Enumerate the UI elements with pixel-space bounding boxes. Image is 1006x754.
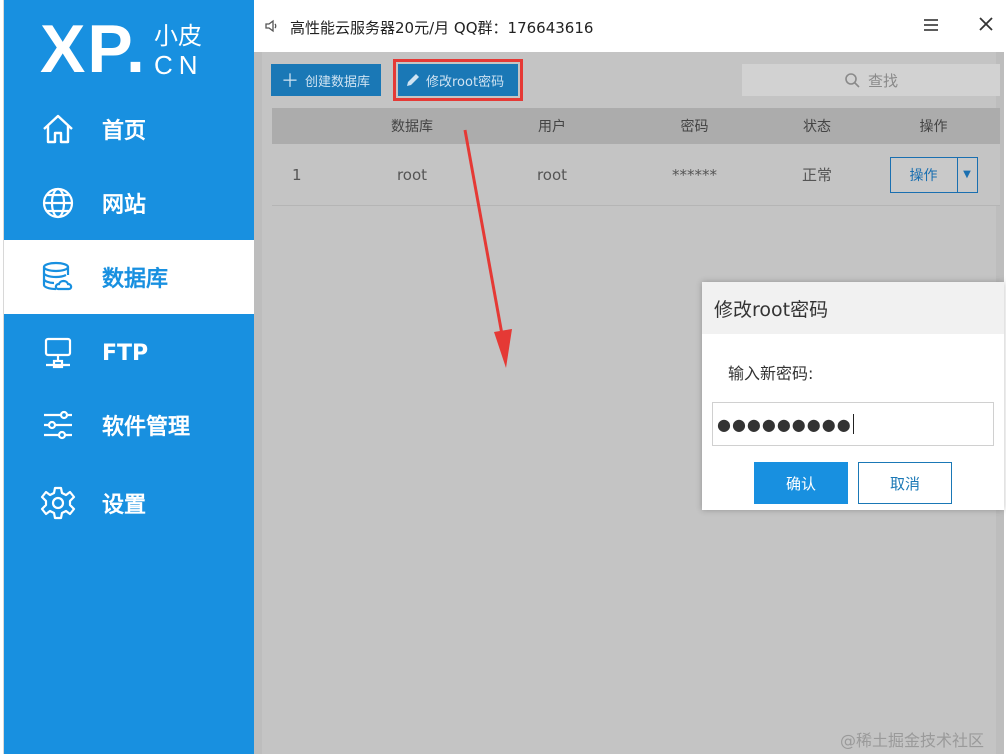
new-password-label: 输入新密码: xyxy=(728,364,814,383)
sidebar-item-label: 网站 xyxy=(102,193,147,218)
titlebar: 高性能云服务器20元/月 QQ群：176643616 xyxy=(254,0,1004,52)
row-index: 1 xyxy=(292,165,302,184)
row-action-button[interactable]: 操作 ▼ xyxy=(889,156,978,193)
row-status: 正常 xyxy=(801,166,832,184)
column-header-password: 密码 xyxy=(680,119,709,135)
column-header-user: 用户 xyxy=(538,119,566,135)
column-header-status: 状态 xyxy=(803,119,831,135)
sidebar-item-label: 软件管理 xyxy=(102,415,191,440)
pencil-icon xyxy=(406,73,420,87)
home-icon xyxy=(40,111,76,147)
create-database-button[interactable]: ＋ 创建数据库 xyxy=(271,64,381,96)
window-title: 高性能云服务器20元/月 QQ群：176643616 xyxy=(290,19,594,37)
confirm-button[interactable]: 确认 xyxy=(754,462,848,504)
row-user: root xyxy=(536,165,568,184)
search-label: 查找 xyxy=(867,71,898,90)
speaker-icon xyxy=(264,18,280,34)
sidebar-item-label: 设置 xyxy=(102,493,147,518)
search-icon xyxy=(845,73,860,88)
password-value: ●●●●●●●●● xyxy=(717,414,852,434)
logo: XP. 小皮 CN xyxy=(4,0,254,92)
text-cursor xyxy=(852,414,854,434)
row-database: root xyxy=(396,165,428,184)
dialog-title: 修改root密码 xyxy=(702,282,1004,334)
logo-domain: CN xyxy=(154,50,204,80)
sidebar-item-label: FTP xyxy=(102,340,149,366)
search-input[interactable]: 查找 xyxy=(742,64,1000,96)
row-action-cell: 操作 ▼ xyxy=(867,156,1000,193)
gear-icon xyxy=(40,485,76,521)
menu-icon[interactable] xyxy=(922,16,940,34)
row-password: ****** xyxy=(672,165,717,184)
table-header: 数据库 用户 密码 状态 操作 xyxy=(272,108,1000,144)
watermark: @稀土掘金技术社区 xyxy=(840,731,985,750)
table-row: 1 root root ****** 正常 操作 ▼ xyxy=(272,144,1000,206)
database-icon xyxy=(40,259,76,295)
ftp-server-icon xyxy=(40,335,76,371)
sidebar-item-home[interactable]: 首页 xyxy=(4,92,254,166)
app-window: XP. 小皮 CN 首页 网站 数据库 FTP 软件管理 设置 高性能云服务器2… xyxy=(3,0,1004,754)
column-header-database: 数据库 xyxy=(391,119,433,135)
sidebar-item-website[interactable]: 网站 xyxy=(4,166,254,240)
sidebar-item-software[interactable]: 软件管理 xyxy=(4,388,254,462)
new-password-input[interactable]: ●●●●●●●●● xyxy=(712,402,994,446)
cancel-button[interactable]: 取消 xyxy=(858,462,952,504)
globe-icon xyxy=(40,185,76,221)
main-panel: 高性能云服务器20元/月 QQ群：176643616 ＋ 创建数据库 修改roo… xyxy=(254,0,1004,754)
sidebar-item-label: 数据库 xyxy=(102,267,169,292)
sliders-icon xyxy=(40,407,76,443)
logo-sub: 小皮 xyxy=(154,22,202,50)
sidebar-item-ftp[interactable]: FTP xyxy=(4,316,254,390)
sidebar-item-settings[interactable]: 设置 xyxy=(4,466,254,540)
change-root-password-button[interactable]: 修改root密码 xyxy=(393,59,523,101)
column-header-action: 操作 xyxy=(919,119,948,135)
caret-down-icon[interactable]: ▼ xyxy=(956,157,977,192)
sidebar-item-label: 首页 xyxy=(102,119,147,144)
logo-main: XP. xyxy=(40,11,147,87)
change-password-dialog: 修改root密码 输入新密码: ●●●●●●●●● 确认 取消 xyxy=(702,282,1004,510)
close-icon[interactable] xyxy=(976,14,996,34)
sidebar-item-database[interactable]: 数据库 xyxy=(4,240,254,314)
sidebar: XP. 小皮 CN 首页 网站 数据库 FTP 软件管理 设置 xyxy=(4,0,254,754)
plus-icon: ＋ xyxy=(281,71,299,92)
